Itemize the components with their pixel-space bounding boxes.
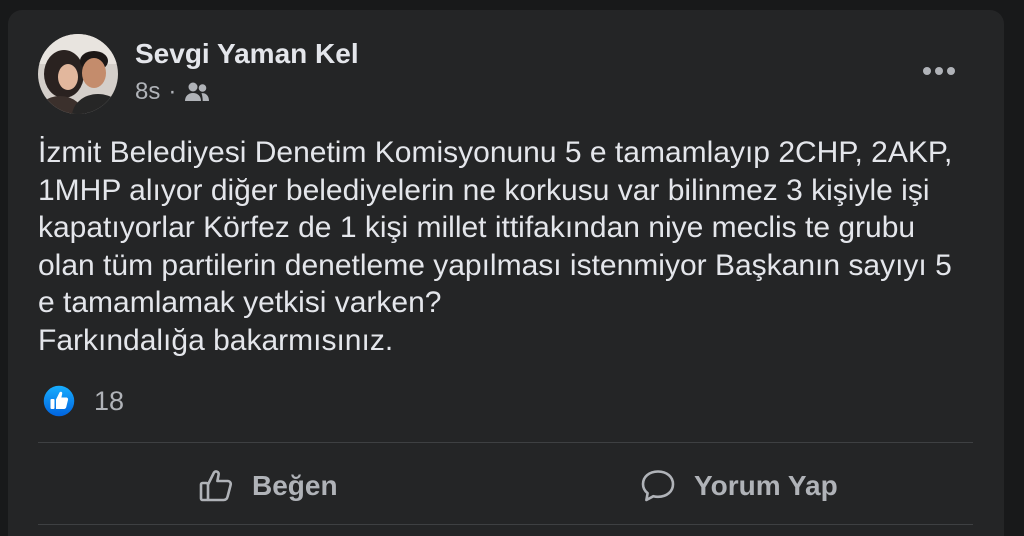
post-text: İzmit Belediyesi Denetim Komisyonunu 5 e… bbox=[38, 134, 952, 359]
comment-button-label: Yorum Yap bbox=[694, 470, 838, 501]
reaction-count[interactable]: 18 bbox=[94, 384, 124, 418]
more-horizontal-icon bbox=[923, 67, 931, 75]
like-reaction-icon[interactable] bbox=[42, 384, 76, 418]
post-text-line: Farkındalığa bakarmısınız. bbox=[38, 323, 394, 357]
like-button-label: Beğen bbox=[252, 470, 338, 501]
friends-icon bbox=[184, 81, 210, 103]
comment-button[interactable]: Yorum Yap bbox=[640, 468, 838, 504]
post-text-line: İzmit Belediyesi Denetim Komisyonunu 5 e… bbox=[38, 136, 953, 169]
post-text-line: e tamamlamak yetkisi varken? bbox=[38, 286, 442, 319]
post-text-line: kapatıyorlar Körfez de 1 kişi millet itt… bbox=[38, 211, 916, 244]
profile-photo bbox=[38, 34, 118, 114]
avatar[interactable] bbox=[38, 34, 118, 114]
post-card: Sevgi Yaman Kel 8s · İzmit Belediyesi De… bbox=[8, 10, 1004, 536]
post-text-line: olan tüm partilerin denetleme yapılması … bbox=[38, 248, 952, 282]
post-timestamp[interactable]: 8s bbox=[135, 78, 160, 106]
post-meta: 8s · bbox=[135, 78, 210, 106]
post-text-line: 1MHP alıyor diğer belediyelerin ne korku… bbox=[38, 173, 930, 207]
like-button[interactable]: Beğen bbox=[198, 468, 338, 504]
author-name[interactable]: Sevgi Yaman Kel bbox=[135, 38, 359, 70]
divider bbox=[38, 524, 973, 525]
meta-separator: · bbox=[168, 78, 177, 105]
more-options-button[interactable] bbox=[916, 58, 962, 84]
comment-icon bbox=[640, 468, 676, 504]
divider bbox=[38, 442, 973, 443]
thumbs-up-icon bbox=[198, 468, 234, 504]
